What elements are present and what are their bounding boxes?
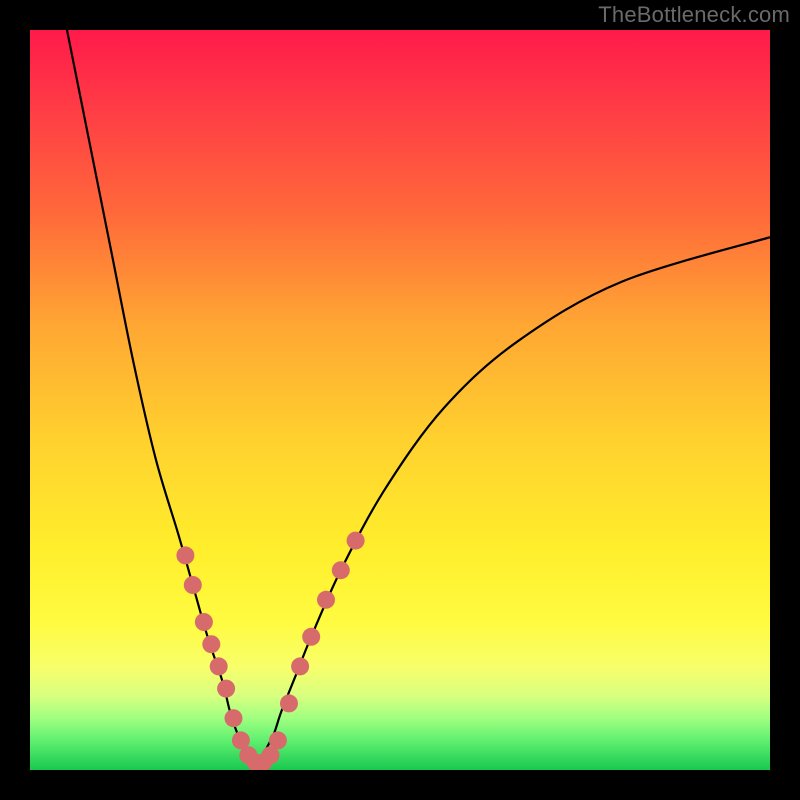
curve-layer xyxy=(30,30,770,770)
sample-dot xyxy=(332,561,350,579)
sample-dot xyxy=(202,635,220,653)
sample-dot xyxy=(225,709,243,727)
sample-dot xyxy=(210,657,228,675)
sample-dot xyxy=(184,576,202,594)
sample-dots xyxy=(176,532,364,770)
chart-frame: TheBottleneck.com xyxy=(0,0,800,800)
watermark-text: TheBottleneck.com xyxy=(598,2,790,28)
bottleneck-curve xyxy=(67,30,770,764)
sample-dot xyxy=(291,657,309,675)
sample-dot xyxy=(280,694,298,712)
sample-dot xyxy=(195,613,213,631)
sample-dot xyxy=(317,591,335,609)
sample-dot xyxy=(269,731,287,749)
sample-dot xyxy=(302,628,320,646)
sample-dot xyxy=(347,532,365,550)
sample-dot xyxy=(176,546,194,564)
sample-dot xyxy=(217,680,235,698)
plot-area xyxy=(30,30,770,770)
